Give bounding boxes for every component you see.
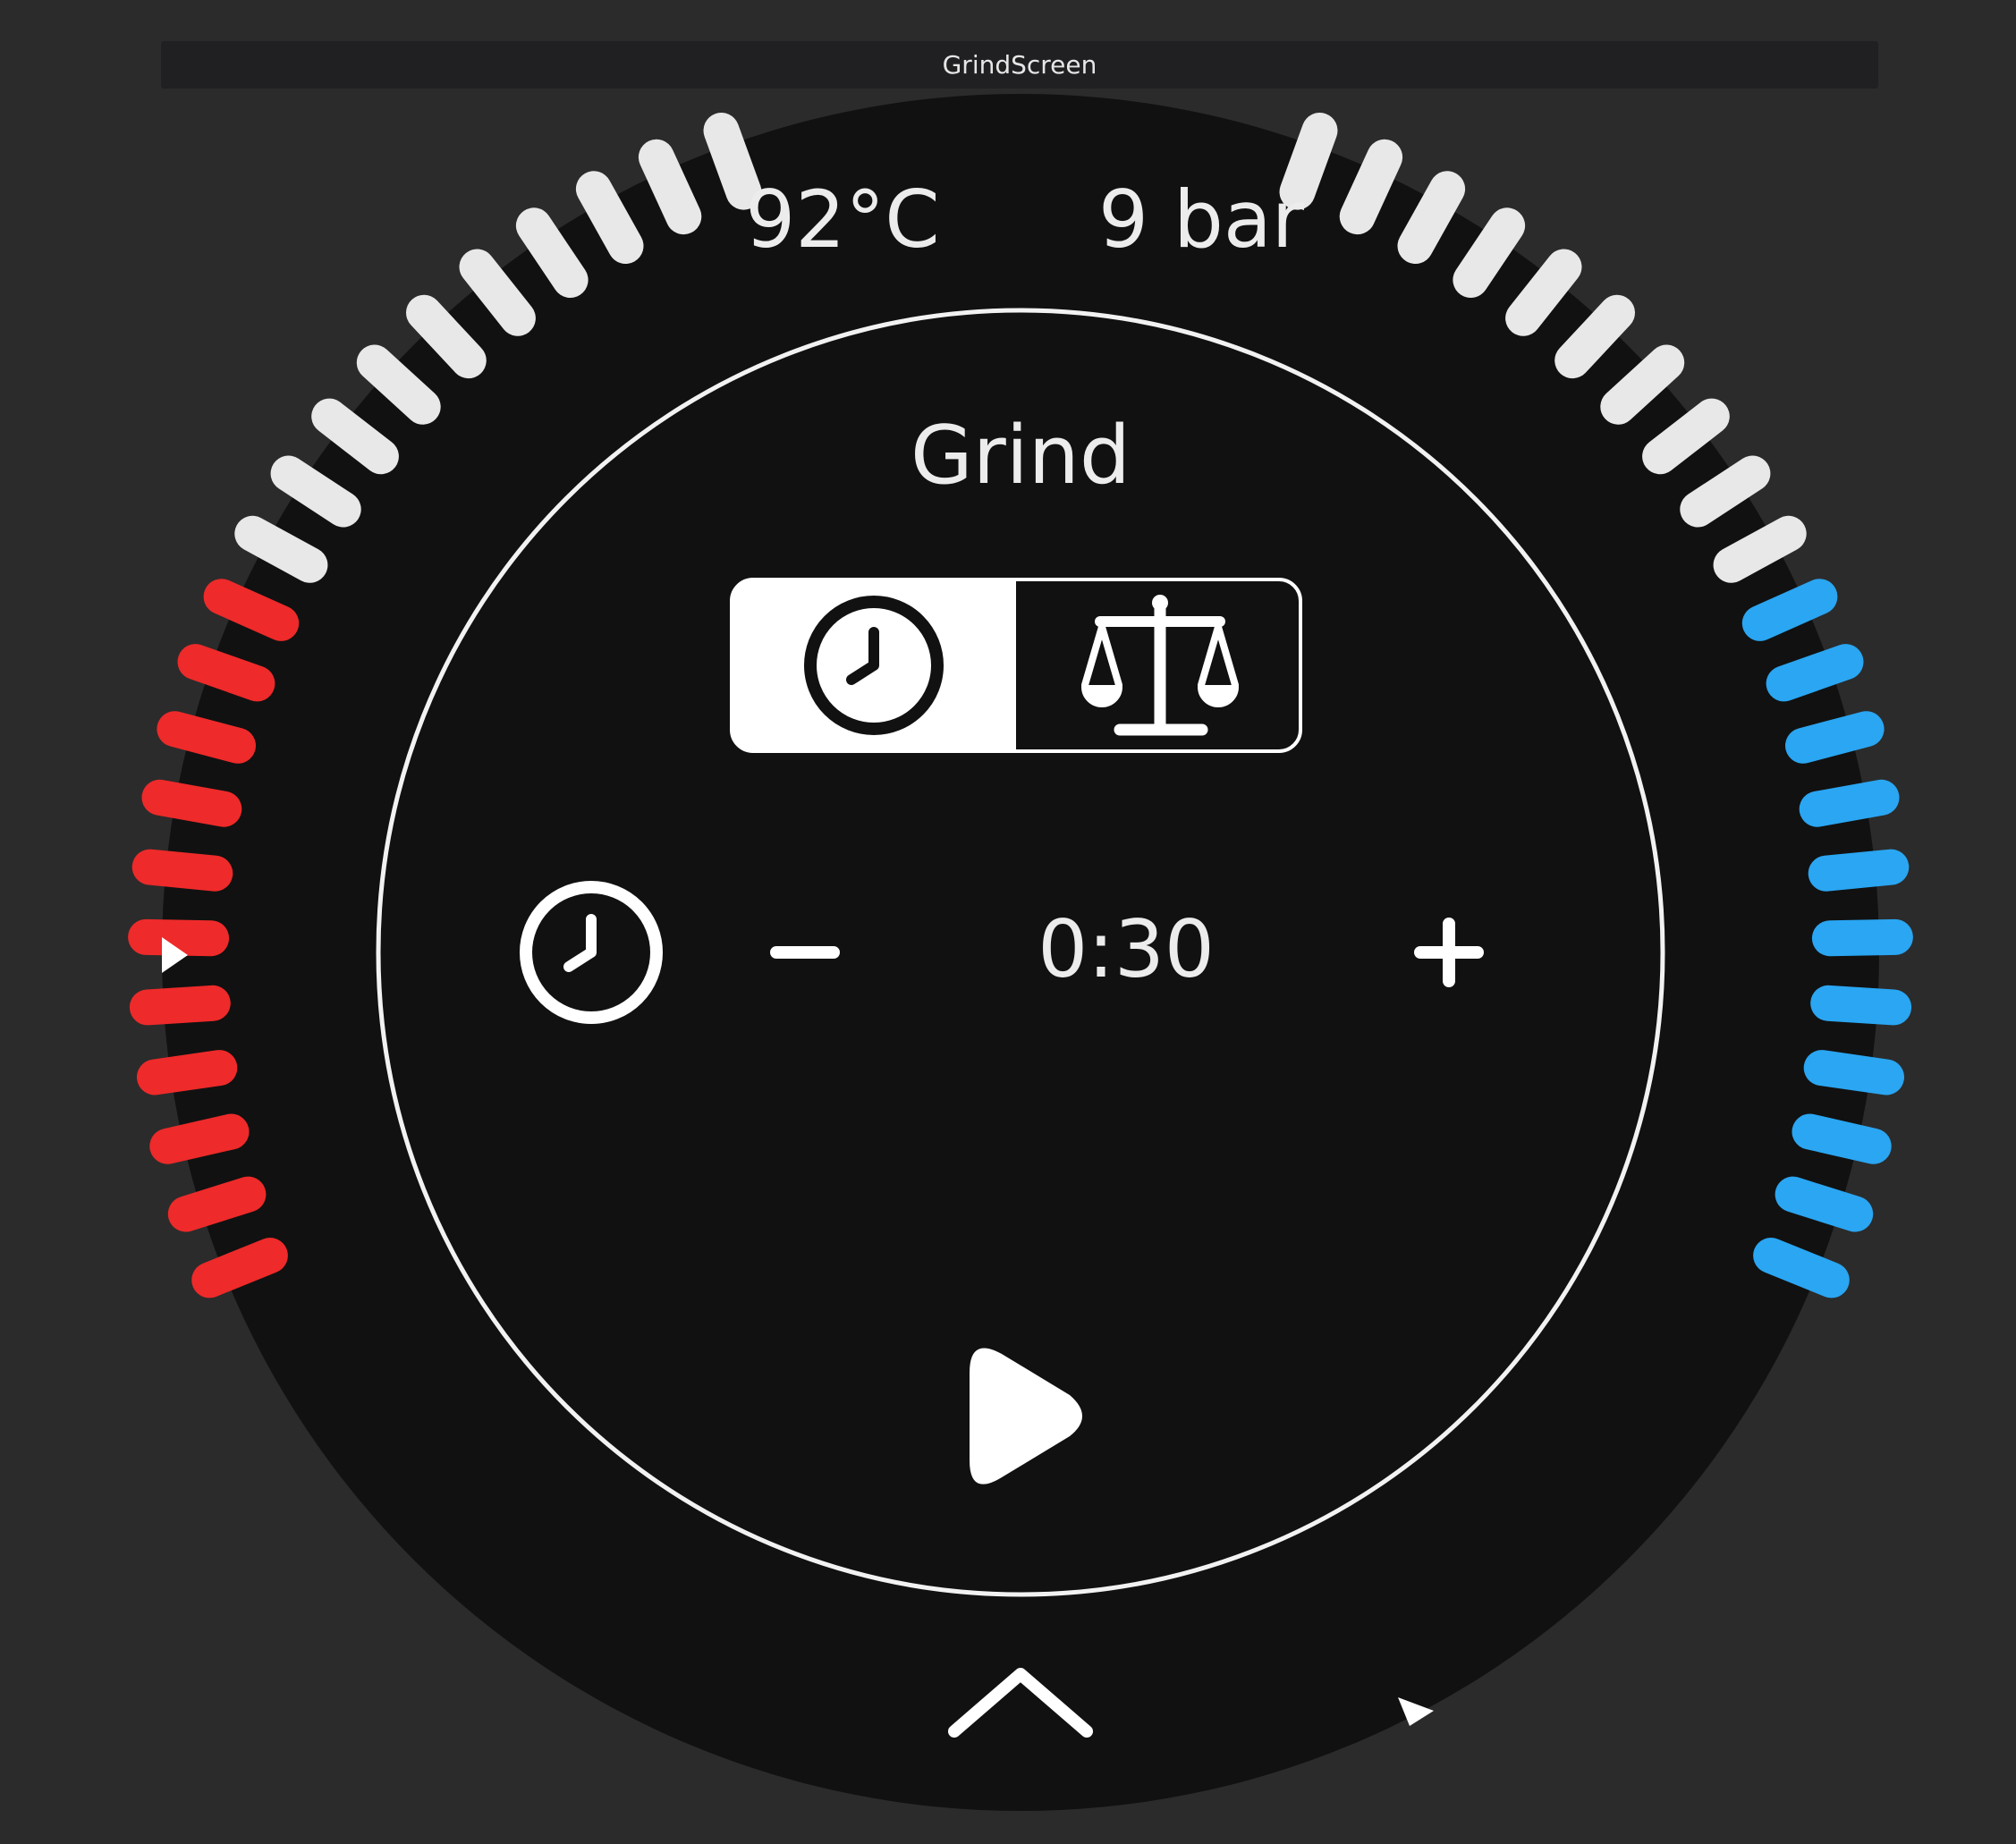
gauge-tick	[1775, 1176, 1874, 1232]
gauge-tick	[1766, 644, 1864, 702]
gauge-tick	[1339, 139, 1403, 235]
mode-toggle	[730, 578, 1302, 753]
gauge-tick	[1810, 985, 1912, 1026]
start-button[interactable]	[948, 1332, 1100, 1493]
gauge-tick	[1808, 849, 1910, 892]
gauge-tick	[129, 985, 231, 1026]
screen-title: Grind	[911, 409, 1131, 503]
gauge-tick	[638, 139, 702, 235]
time-value: 0:30	[1038, 903, 1215, 995]
gauge-tick	[203, 579, 300, 641]
gauge-tick	[1741, 579, 1838, 641]
gauge-tick	[1753, 1238, 1850, 1298]
gauge-tick	[141, 779, 242, 827]
temperature-readout: 92°C	[745, 173, 939, 266]
gauge-tick	[149, 1113, 250, 1164]
pressure-readout: 9 bar	[1098, 173, 1305, 266]
gauge-tick	[703, 113, 762, 210]
gauge-tick	[191, 1238, 288, 1298]
expand-button[interactable]	[939, 1654, 1100, 1753]
gauge-tick	[1803, 1050, 1904, 1095]
gauge-tick	[167, 1176, 267, 1232]
gauge-tick	[1799, 779, 1900, 827]
mode-option-time[interactable]	[732, 579, 1016, 751]
decrement-button[interactable]	[751, 912, 859, 993]
increment-button[interactable]	[1395, 899, 1503, 1006]
gauge-tick	[137, 1050, 238, 1095]
gauge-tick	[157, 711, 256, 764]
gauge-tick	[1811, 918, 1913, 957]
mode-option-weight[interactable]	[1018, 581, 1299, 749]
gauge-tick	[131, 849, 233, 892]
gauge-tick	[1785, 711, 1885, 764]
gauge-tick	[177, 644, 275, 702]
dial-face	[162, 94, 1879, 1811]
gauge-tick	[1792, 1113, 1892, 1164]
gauge-tick	[128, 918, 230, 957]
